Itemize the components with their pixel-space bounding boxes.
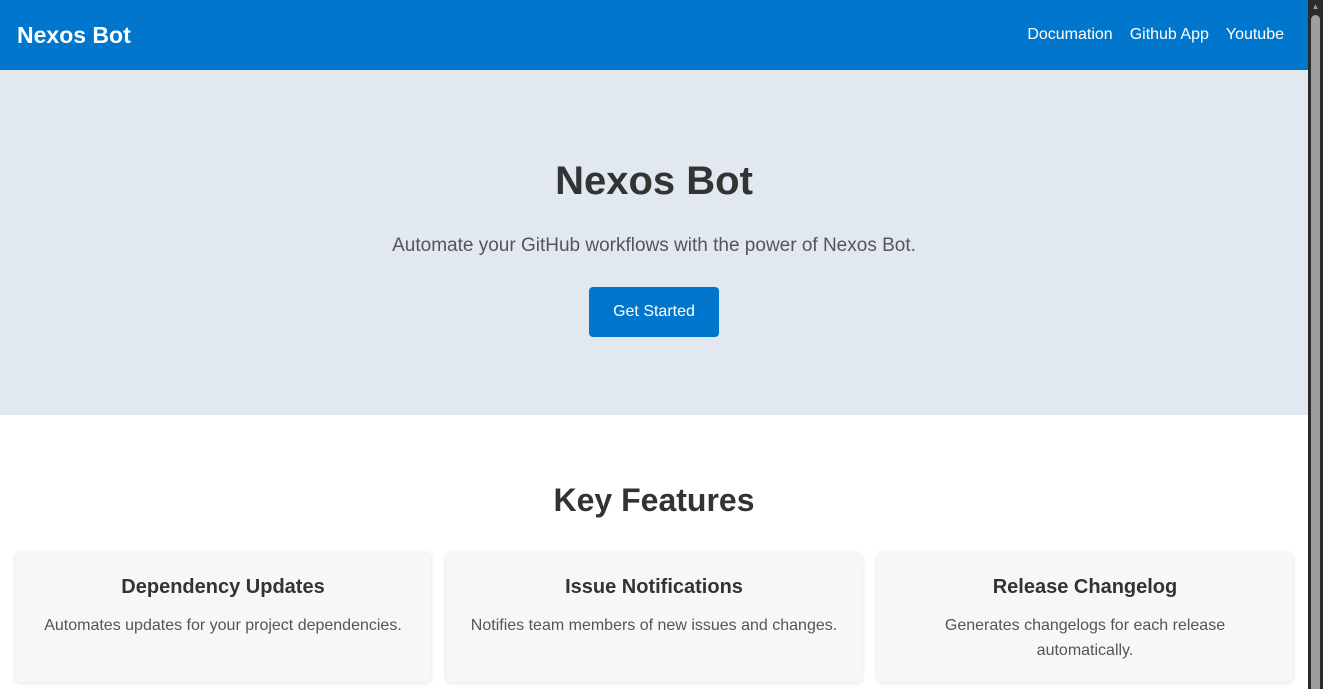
feature-card-release-changelog: Release Changelog Generates changelogs f… xyxy=(877,552,1293,682)
hero-section: Nexos Bot Automate your GitHub workflows… xyxy=(0,70,1308,415)
features-section: Key Features Dependency Updates Automate… xyxy=(0,415,1308,682)
nav-links: Documation Github App Youtube xyxy=(1027,26,1291,44)
feature-card-dependency-updates: Dependency Updates Automates updates for… xyxy=(15,552,431,682)
nav-link-github-app[interactable]: Github App xyxy=(1130,26,1209,44)
feature-card-title: Dependency Updates xyxy=(121,576,325,598)
nav-link-documentation[interactable]: Documation xyxy=(1027,26,1112,44)
feature-card-title: Release Changelog xyxy=(992,576,1178,598)
feature-card-description: Notifies team members of new issues and … xyxy=(470,617,838,634)
hero-title: Nexos Bot xyxy=(555,159,753,203)
feature-card-issue-notifications: Issue Notifications Notifies team member… xyxy=(446,552,862,682)
features-title: Key Features xyxy=(553,482,755,518)
feature-card-title: Issue Notifications xyxy=(565,576,743,598)
feature-cards: Dependency Updates Automates updates for… xyxy=(0,552,1308,682)
browser-viewport: Nexos Bot Documation Github App Youtube … xyxy=(0,0,1323,689)
scrollbar-thumb[interactable] xyxy=(1311,15,1320,689)
vertical-scrollbar[interactable]: ▲ xyxy=(1308,0,1323,689)
navbar: Nexos Bot Documation Github App Youtube xyxy=(0,0,1308,70)
get-started-button[interactable]: Get Started xyxy=(589,287,719,337)
feature-card-description: Automates updates for your project depen… xyxy=(44,617,402,634)
brand-logo-text[interactable]: Nexos Bot xyxy=(17,22,131,49)
nav-link-youtube[interactable]: Youtube xyxy=(1226,26,1284,44)
feature-card-description: Generates changelogs for each release au… xyxy=(944,617,1226,659)
page: Nexos Bot Documation Github App Youtube … xyxy=(0,0,1308,689)
chevron-up-icon[interactable]: ▲ xyxy=(1308,0,1323,14)
hero-subtitle: Automate your GitHub workflows with the … xyxy=(392,235,916,256)
